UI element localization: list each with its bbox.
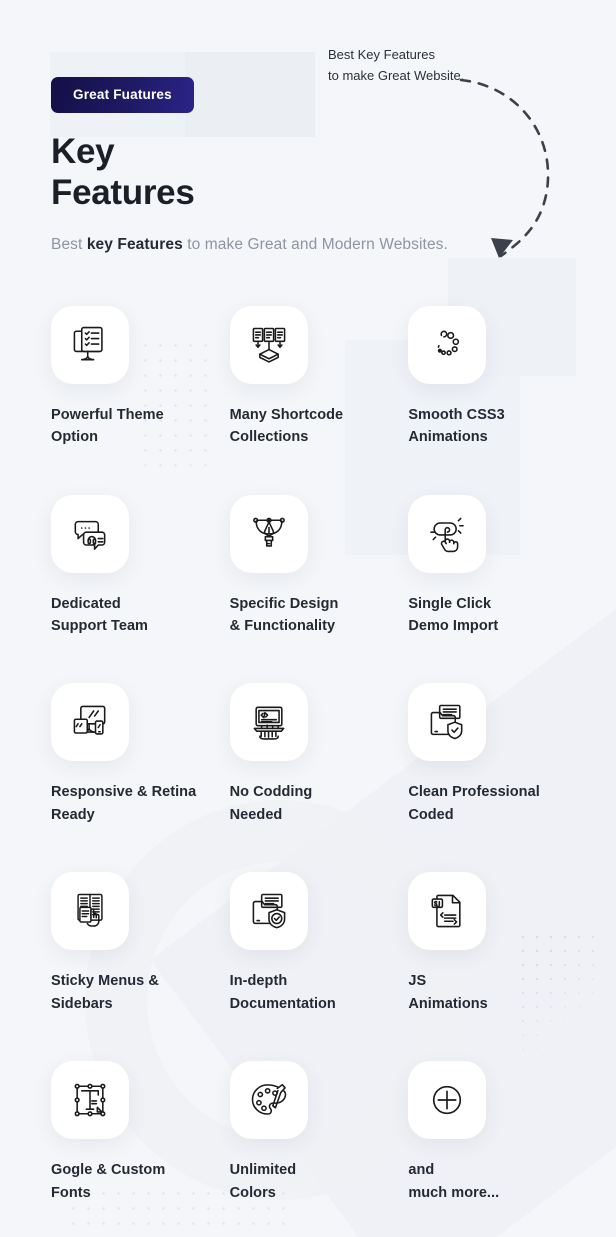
feature-icon-card[interactable] [229,872,308,951]
feature-label: In-depth Documentation [230,970,380,1015]
color-palette-icon [251,1084,286,1116]
feature-icon-card[interactable] [229,683,308,762]
feature-item[interactable]: JS Animations [397,872,576,1015]
chat-support-icon [74,520,106,550]
feature-label: Sticky Menus & Sidebars [51,970,201,1015]
feature-label-line-2: Ready [51,806,95,823]
feature-item[interactable]: Unlimited Colors [219,1061,398,1204]
annotation-line-2: to make Great Website. [328,68,465,84]
feature-label-line-1: No Codding [229,784,313,801]
feature-item[interactable]: In-depth Documentation [219,872,398,1015]
feature-label: and much more... [408,1159,558,1204]
feature-label-line-1: Specific Design [229,595,339,612]
feature-label: Many Shortcode Collections [230,404,380,449]
feature-label: Dedicated Support Team [51,593,201,638]
feature-item[interactable]: Responsive & Retina Ready [40,683,219,826]
feature-label: Smooth CSS3 Animations [408,404,558,449]
feature-label-line-1: Smooth CSS3 [408,406,505,423]
feature-label-line-2: Demo Import [408,618,499,634]
feature-label-line-2: Documentation [229,995,336,1012]
subtitle-suffix: to make Great and Modern Websites. [182,235,448,253]
feature-label-line-1: Responsive & Retina [51,784,197,801]
feature-label-line-2: Sidebars [51,995,113,1012]
feature-label: Unlimited Colors [230,1159,380,1204]
feature-label-line-2: Animations [408,429,488,446]
feature-label-line-2: Animations [408,995,488,1012]
feature-item[interactable]: Smooth CSS3 Animations [397,305,576,449]
folder-shield-icon [430,705,463,740]
feature-item[interactable]: No Codding Needed [219,683,398,826]
feature-label-line-1: Clean Professional [408,784,540,801]
feature-label-line-2: Option [51,429,99,446]
sticky-sidebar-icon [77,894,103,928]
feature-label: Powerful Theme Option [51,404,201,449]
feature-item[interactable]: Dedicated Support Team [40,494,219,638]
feature-label-line-2: Support Team [51,618,149,634]
feature-label-line-2: & Functionality [229,618,336,634]
feature-icon-card[interactable] [408,872,487,951]
feature-label-line-1: JS [408,973,427,990]
feature-label-line-2: Fonts [51,1184,91,1201]
feature-label-line-1: Sticky Menus & [51,973,159,990]
annotation-note: Best Key Features to make Great Website. [328,44,464,87]
shortcode-documents-icon [252,327,286,363]
feature-icon-card[interactable] [229,494,308,573]
pen-tool-icon [252,517,285,547]
feature-item[interactable]: Specific Design & Functionality [219,494,398,638]
feature-item[interactable]: Clean Professional Coded [397,683,576,826]
feature-label: JS Animations [408,970,558,1015]
feature-item[interactable]: Many Shortcode Collections [219,305,398,449]
feature-item[interactable]: Gogle & Custom Fonts [40,1061,219,1204]
feature-label-line-1: Many Shortcode [229,406,344,423]
feature-label: Responsive & Retina Ready [51,781,201,826]
feature-label: Specific Design & Functionality [230,593,380,638]
feature-label-line-1: Gogle & Custom [51,1162,166,1179]
feature-item[interactable]: and much more... [397,1061,576,1204]
feature-item[interactable]: Single Click Demo Import [397,494,576,638]
documentation-shield-icon [252,894,286,929]
feature-label-line-1: Unlimited [229,1162,297,1179]
feature-label-line-2: Colors [229,1184,276,1201]
responsive-devices-icon [73,706,106,736]
feature-label-line-1: Dedicated [51,595,121,612]
feature-icon-card[interactable] [408,1061,487,1140]
feature-label: No Codding Needed [230,781,380,826]
js-file-icon [431,895,461,928]
feature-icon-card[interactable] [51,683,129,762]
feature-label: Gogle & Custom Fonts [51,1159,201,1204]
subtitle-prefix: Best [51,235,87,253]
feature-label-line-2: Needed [229,806,283,823]
feature-icon-card[interactable] [408,305,487,384]
feature-label: Single Click Demo Import [408,593,558,638]
annotation-line-1: Best Key Features [328,47,435,62]
features-grid: Powerful Theme Option Many Shortcode Col… [40,305,576,1205]
feature-label: Clean Professional Coded [408,781,558,826]
feature-label-line-2: much more... [408,1184,500,1201]
feature-icon-card[interactable] [229,1061,308,1140]
curved-dashed-arrow-icon [455,62,585,272]
feature-label-line-1: Single Click [408,595,492,612]
feature-icon-card[interactable] [51,305,129,384]
section-badge: Great Fuatures [51,77,194,113]
feature-label-line-2: Collections [229,429,309,446]
loading-spinner-icon [437,330,460,356]
feature-label-line-1: Powerful Theme [51,406,164,423]
feature-label-line-1: and [408,1162,435,1179]
feature-icon-card[interactable] [229,305,308,384]
plus-circle-icon [433,1086,462,1115]
text-transform-icon [74,1083,106,1117]
feature-icon-card[interactable] [51,1061,129,1140]
monitor-checklist-icon [73,326,103,361]
feature-item[interactable]: Powerful Theme Option [40,305,219,449]
click-button-icon [430,517,465,552]
feature-icon-card[interactable] [408,683,487,762]
feature-icon-card[interactable] [408,494,487,573]
laptop-code-icon [253,707,285,741]
subtitle-emphasis: key Features [86,235,183,253]
feature-icon-card[interactable] [51,872,129,951]
feature-item[interactable]: Sticky Menus & Sidebars [40,872,219,1015]
feature-label-line-1: In-depth [229,973,288,990]
feature-icon-card[interactable] [51,494,129,573]
feature-label-line-2: Coded [408,806,454,823]
